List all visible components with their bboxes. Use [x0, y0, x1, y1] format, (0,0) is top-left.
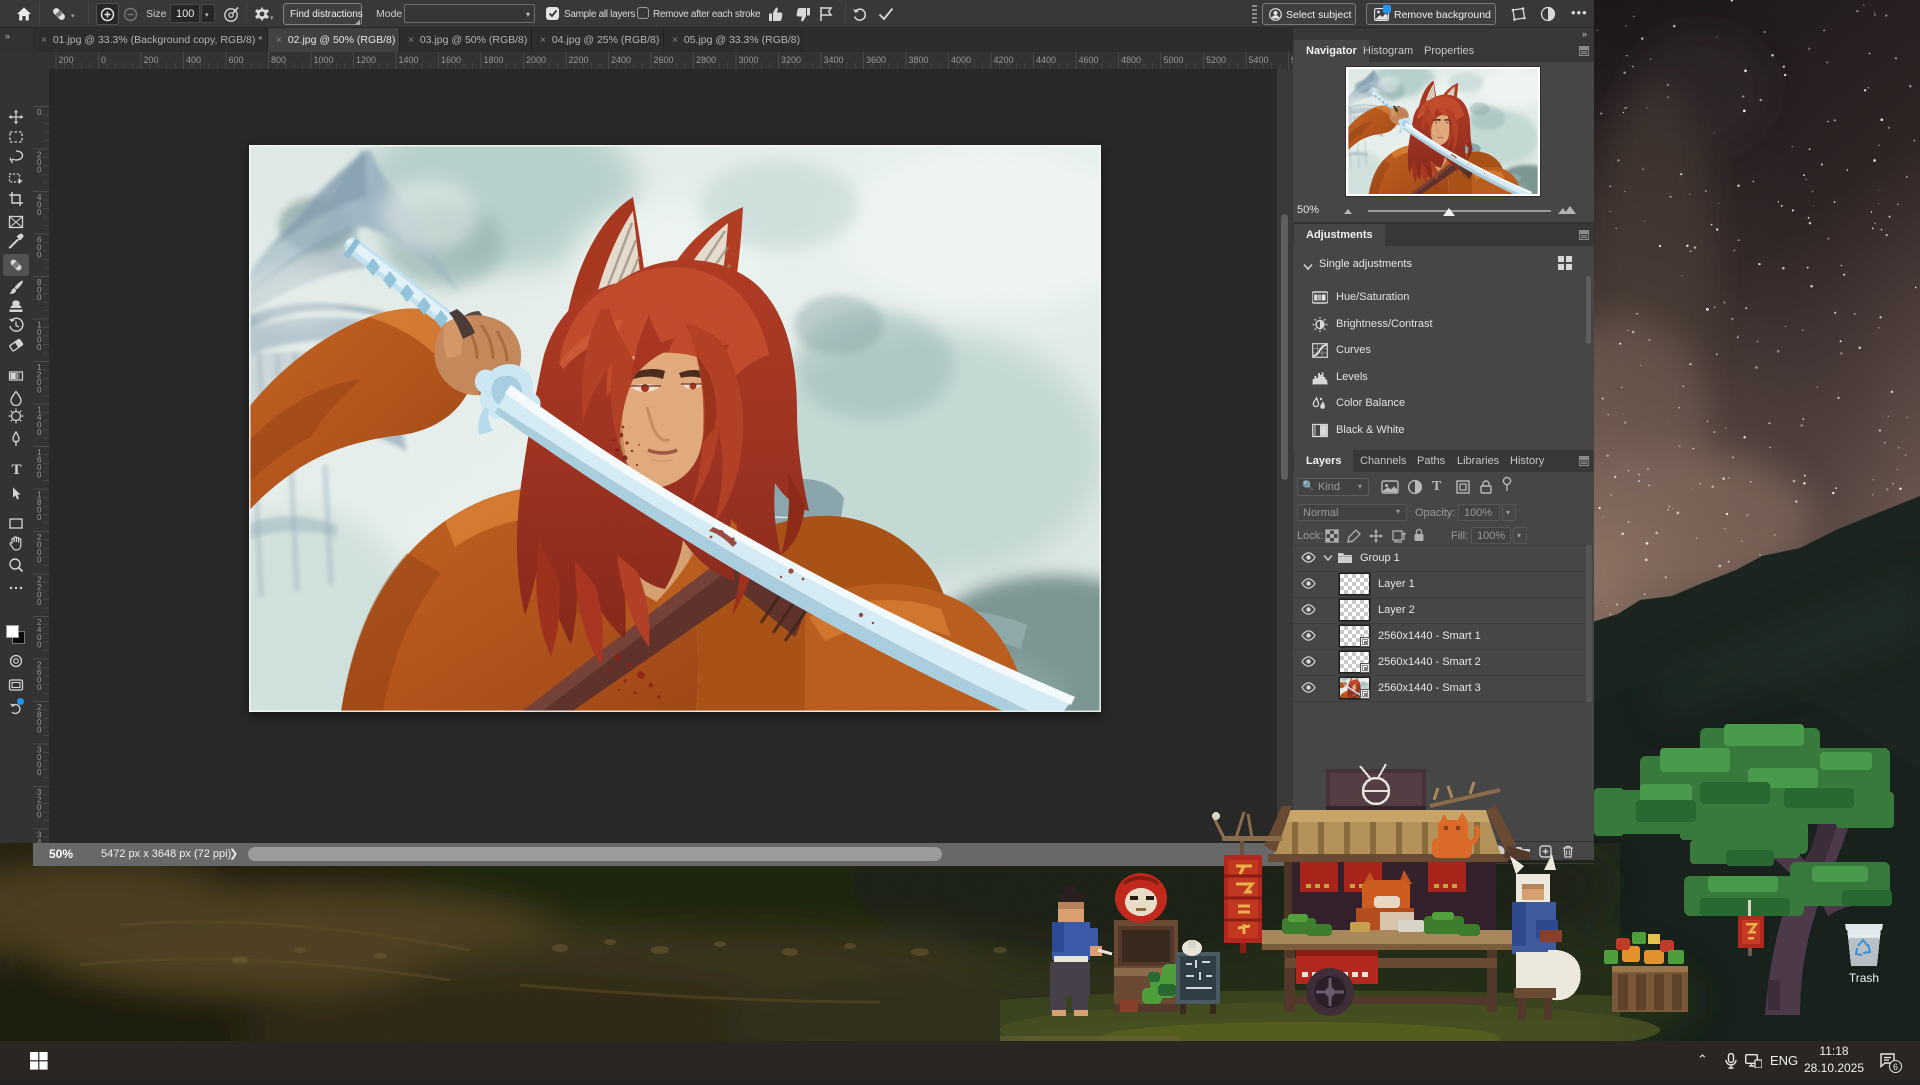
svg-text:5000: 5000	[1164, 55, 1184, 65]
svg-text:5200: 5200	[1206, 55, 1226, 65]
svg-text:2600: 2600	[654, 55, 674, 65]
svg-text:200: 200	[144, 55, 159, 65]
svg-text:5400: 5400	[1249, 55, 1269, 65]
svg-text:Trash: Trash	[1849, 971, 1879, 985]
svg-text:0: 0	[37, 768, 42, 777]
svg-text:0: 0	[37, 293, 42, 302]
svg-text:600: 600	[229, 55, 244, 65]
svg-text:1400: 1400	[399, 55, 419, 65]
svg-text:2400: 2400	[611, 55, 631, 65]
svg-text:0: 0	[37, 343, 42, 352]
svg-text:0: 0	[37, 641, 42, 650]
svg-text:0: 0	[37, 598, 42, 607]
svg-text:T: T	[12, 462, 22, 477]
svg-text:2200: 2200	[569, 55, 589, 65]
svg-text:3000: 3000	[739, 55, 759, 65]
svg-text:3400: 3400	[824, 55, 844, 65]
svg-text:1200: 1200	[356, 55, 376, 65]
svg-text:3600: 3600	[866, 55, 886, 65]
svg-text:0: 0	[37, 513, 42, 522]
svg-text:0: 0	[37, 428, 42, 437]
svg-text:4600: 4600	[1079, 55, 1099, 65]
svg-text:0: 0	[37, 811, 42, 820]
svg-text:1800: 1800	[484, 55, 504, 65]
svg-text:0: 0	[37, 471, 42, 480]
svg-text:4800: 4800	[1121, 55, 1141, 65]
svg-text:200: 200	[59, 55, 74, 65]
svg-text:0: 0	[37, 108, 42, 117]
svg-text:1600: 1600	[441, 55, 461, 65]
svg-text:0: 0	[37, 556, 42, 565]
svg-text:800: 800	[271, 55, 286, 65]
svg-text:0: 0	[37, 208, 42, 217]
svg-text:0: 0	[37, 683, 42, 692]
svg-text:0: 0	[37, 726, 42, 735]
svg-text:0: 0	[37, 166, 42, 175]
svg-text:3800: 3800	[909, 55, 929, 65]
svg-text:4000: 4000	[951, 55, 971, 65]
svg-text:4200: 4200	[994, 55, 1014, 65]
svg-text:1000: 1000	[314, 55, 334, 65]
svg-text:3200: 3200	[781, 55, 801, 65]
svg-text:2000: 2000	[526, 55, 546, 65]
svg-text:400: 400	[186, 55, 201, 65]
svg-text:2800: 2800	[696, 55, 716, 65]
svg-text:0: 0	[37, 386, 42, 395]
svg-text:0: 0	[101, 55, 106, 65]
svg-text:0: 0	[37, 251, 42, 260]
svg-text:4400: 4400	[1036, 55, 1056, 65]
